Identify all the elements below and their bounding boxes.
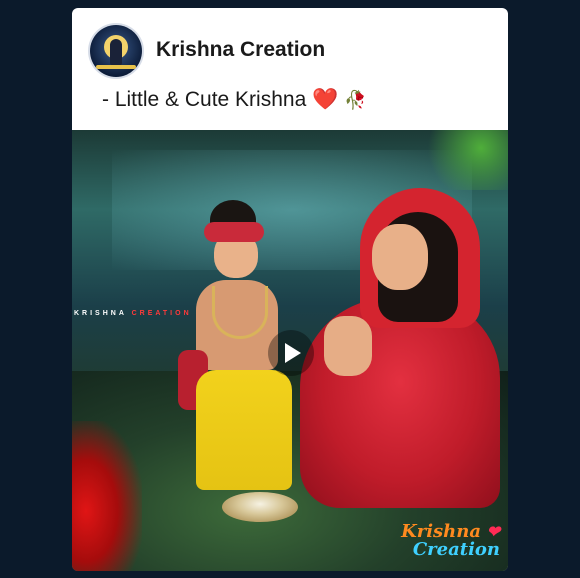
video-thumbnail[interactable]: KRISHNA CREATION Krishna ❤ Creation [72,130,508,571]
krishna-dhoti [196,370,292,490]
mother-arm [324,316,372,376]
watermark: KRISHNA CREATION [74,310,192,317]
post-header: Krishna Creation - Little & Cute Krishna… [72,8,508,130]
krishna-necklace [212,286,268,339]
caption-text: - Little & Cute Krishna [102,88,307,111]
krishna-headband [204,222,264,242]
avatar-figure [110,39,122,65]
heart-icon: ❤️ [312,88,339,111]
background-leaves [418,130,508,190]
mother-face [372,224,428,290]
avatar-logo-text [96,65,136,69]
page-name[interactable]: Krishna Creation [156,38,325,62]
red-foliage [72,421,142,571]
creation-logo: Krishna ❤ Creation [401,523,500,559]
post-caption: - Little & Cute Krishna ❤️ 🥀 [102,88,367,112]
mother-figure [300,188,508,508]
watermark-left: KRISHNA [74,310,127,317]
post-card: Krishna Creation - Little & Cute Krishna… [72,8,508,571]
page-avatar[interactable] [90,25,142,77]
butter-pot [222,492,298,522]
play-icon[interactable] [268,330,314,376]
logo-line2: Creation [412,539,500,560]
wilted-rose-icon: 🥀 [344,90,367,110]
